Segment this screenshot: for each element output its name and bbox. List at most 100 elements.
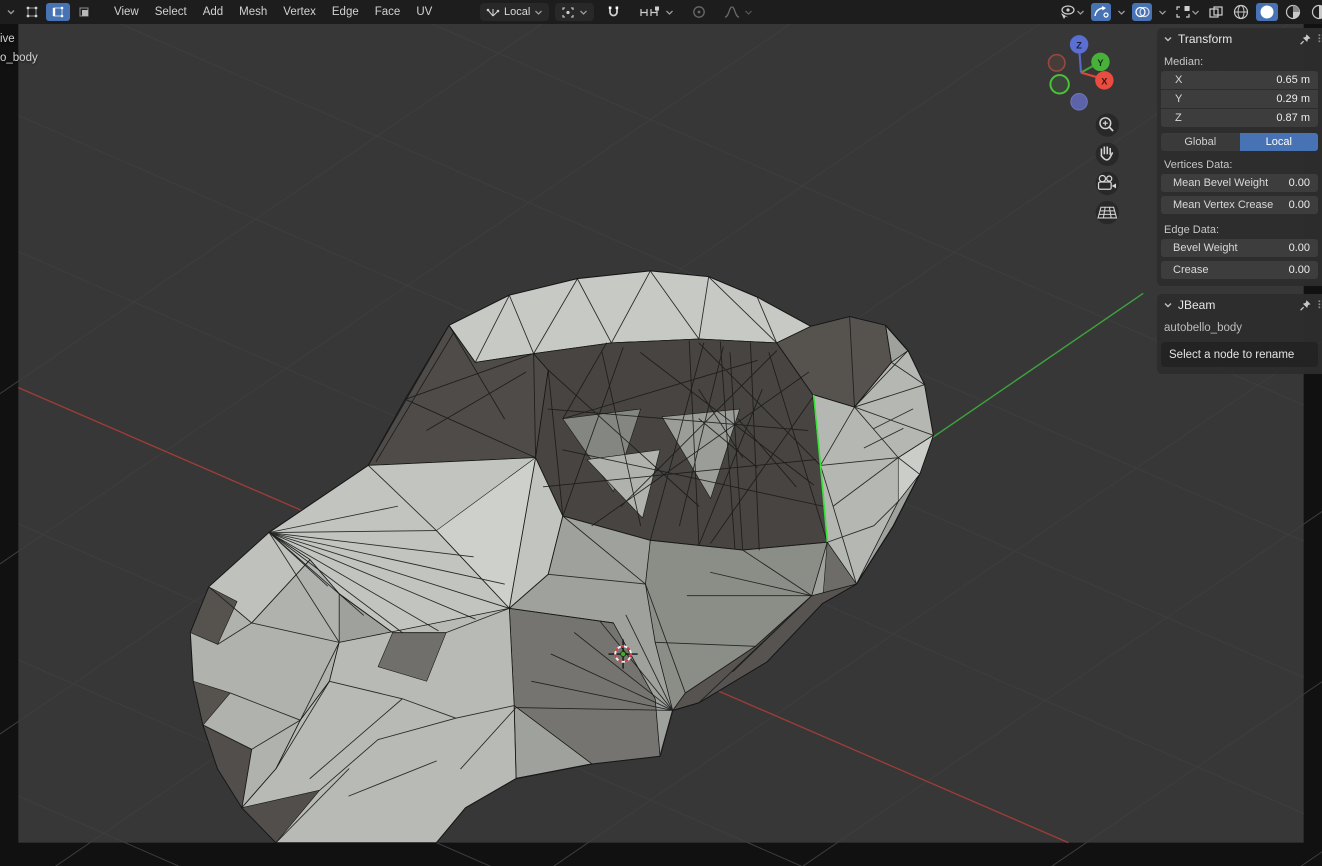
- panel-grip-handle[interactable]: ⠿: [1317, 33, 1322, 46]
- show-object-types-dropdown[interactable]: [1056, 3, 1087, 21]
- xray-icon: [1175, 5, 1191, 19]
- proportional-editing-button[interactable]: [686, 3, 712, 21]
- mean-vertex-crease-label: Mean Vertex Crease: [1161, 199, 1289, 211]
- median-x-value: 0.65 m: [1276, 74, 1318, 86]
- gizmo-neg-y-ball[interactable]: [1050, 75, 1068, 93]
- crease-field[interactable]: Crease 0.00: [1161, 261, 1318, 279]
- jbeam-panel-title: JBeam: [1178, 298, 1294, 312]
- median-z-label: Z: [1161, 112, 1276, 124]
- gizmo-neg-x-ball[interactable]: [1048, 55, 1065, 72]
- panel-collapse-chevron-icon: [1163, 300, 1173, 310]
- mean-bevel-weight-value: 0.00: [1289, 177, 1318, 189]
- median-x-field[interactable]: X 0.65 m: [1161, 71, 1318, 89]
- node-rename-field[interactable]: Select a node to rename: [1161, 342, 1318, 367]
- menu-view[interactable]: View: [106, 0, 147, 24]
- pivot-point-dropdown[interactable]: [555, 3, 594, 21]
- median-x-label: X: [1161, 74, 1276, 86]
- proportional-falloff-dropdown[interactable]: [718, 3, 759, 21]
- menu-uv[interactable]: UV: [408, 0, 440, 24]
- viewport-header: View Select Add Mesh Vertex Edge Face UV…: [0, 0, 1322, 24]
- mean-bevel-weight-field[interactable]: Mean Bevel Weight 0.00: [1161, 174, 1318, 192]
- chevron-down-icon: [1117, 8, 1126, 17]
- gizmo-dropdown-chevron[interactable]: [1115, 3, 1128, 21]
- bevel-weight-value: 0.00: [1289, 242, 1318, 254]
- mean-vertex-crease-value: 0.00: [1289, 199, 1318, 211]
- median-label: Median:: [1157, 50, 1322, 71]
- menu-select[interactable]: Select: [147, 0, 195, 24]
- crease-label: Crease: [1161, 264, 1289, 276]
- pin-icon[interactable]: [1299, 299, 1312, 312]
- show-overlays-toggle[interactable]: [1132, 3, 1152, 21]
- camera-view-button[interactable]: [1096, 172, 1119, 195]
- jbeam-panel-header[interactable]: JBeam ⠿: [1157, 294, 1322, 316]
- chevron-down-icon: [534, 8, 543, 17]
- panel-collapse-chevron-icon: [1163, 34, 1173, 44]
- median-z-value: 0.87 m: [1276, 112, 1318, 124]
- overlays-dropdown-chevron[interactable]: [1156, 3, 1169, 21]
- rendered-shading-icon: [1310, 4, 1322, 20]
- ortho-grid-button[interactable]: [1096, 201, 1119, 224]
- median-y-field[interactable]: Y 0.29 m: [1161, 90, 1318, 108]
- vertex-select-mode-button[interactable]: [20, 3, 44, 21]
- bevel-weight-label: Bevel Weight: [1161, 242, 1289, 254]
- chevron-down-icon: [1158, 8, 1167, 17]
- shading-rendered-button[interactable]: [1308, 3, 1322, 21]
- blender-window: { "header": { "editor_menus": ["View", "…: [0, 0, 1322, 866]
- menu-add[interactable]: Add: [195, 0, 231, 24]
- snap-target-dropdown[interactable]: [633, 3, 680, 21]
- zoom-button[interactable]: [1096, 113, 1119, 136]
- render-pass-button[interactable]: [1206, 3, 1226, 21]
- shading-solid-button[interactable]: [1256, 3, 1278, 21]
- gizmo-y-label: Y: [1097, 58, 1103, 68]
- compositor-squares-icon: [1208, 5, 1224, 19]
- visibility-eye-icon: [1058, 4, 1076, 20]
- median-rows: X 0.65 m Y 0.29 m Z 0.87 m: [1157, 71, 1322, 127]
- menu-vertex[interactable]: Vertex: [275, 0, 324, 24]
- header-right-controls: [1056, 0, 1322, 24]
- panel-grip-handle[interactable]: ⠿: [1317, 299, 1322, 312]
- proportional-circle-icon: [692, 5, 706, 19]
- pan-hand-button[interactable]: [1096, 143, 1119, 166]
- transform-orientation-dropdown[interactable]: Local: [480, 3, 549, 21]
- jbeam-object-name: autobello_body: [1157, 316, 1322, 342]
- gizmo-x-label: X: [1101, 76, 1108, 86]
- global-option[interactable]: Global: [1161, 133, 1240, 151]
- gizmo-icon: [1093, 5, 1109, 19]
- menu-edge[interactable]: Edge: [324, 0, 367, 24]
- menu-face[interactable]: Face: [367, 0, 409, 24]
- crease-value: 0.00: [1289, 264, 1318, 276]
- gizmo-neg-z-ball[interactable]: [1071, 94, 1088, 111]
- sidebar-n-panel: Transform ⠿ Median: X 0.65 m Y 0.29 m Z …: [1157, 24, 1322, 374]
- magnet-icon: [606, 5, 621, 19]
- transform-panel-title: Transform: [1178, 32, 1294, 46]
- material-preview-shading-icon: [1284, 4, 1302, 20]
- xray-toggle[interactable]: [1173, 3, 1202, 21]
- mean-vertex-crease-field[interactable]: Mean Vertex Crease 0.00: [1161, 196, 1318, 214]
- orientation-icon: [486, 6, 500, 19]
- editor-menu-chevron-icon[interactable]: [6, 7, 16, 17]
- show-gizmo-toggle[interactable]: [1091, 3, 1111, 21]
- shading-material-button[interactable]: [1282, 3, 1304, 21]
- vertices-data-label: Vertices Data:: [1157, 153, 1322, 174]
- falloff-curve-icon: [724, 5, 740, 19]
- shading-wireframe-button[interactable]: [1230, 3, 1252, 21]
- viewport-object-name-label: o_body: [0, 52, 38, 64]
- local-option[interactable]: Local: [1240, 133, 1319, 151]
- median-y-label: Y: [1161, 93, 1276, 105]
- median-z-field[interactable]: Z 0.87 m: [1161, 109, 1318, 127]
- chevron-down-icon: [1191, 8, 1200, 17]
- header-center-controls: Local: [480, 0, 759, 24]
- face-select-mode-button[interactable]: [72, 3, 96, 21]
- menu-mesh[interactable]: Mesh: [231, 0, 275, 24]
- bevel-weight-field[interactable]: Bevel Weight 0.00: [1161, 239, 1318, 257]
- chevron-down-icon: [744, 8, 753, 17]
- chevron-down-icon: [665, 8, 674, 17]
- transform-panel-header[interactable]: Transform ⠿: [1157, 28, 1322, 50]
- edge-select-mode-button[interactable]: [46, 3, 70, 21]
- pin-icon[interactable]: [1299, 33, 1312, 46]
- gizmo-z-label: Z: [1076, 40, 1082, 50]
- solid-shading-icon: [1258, 4, 1276, 20]
- viewport-3d[interactable]: Z Y X: [0, 24, 1322, 866]
- snap-toggle-button[interactable]: [600, 3, 627, 21]
- select-mode-group: [20, 3, 96, 21]
